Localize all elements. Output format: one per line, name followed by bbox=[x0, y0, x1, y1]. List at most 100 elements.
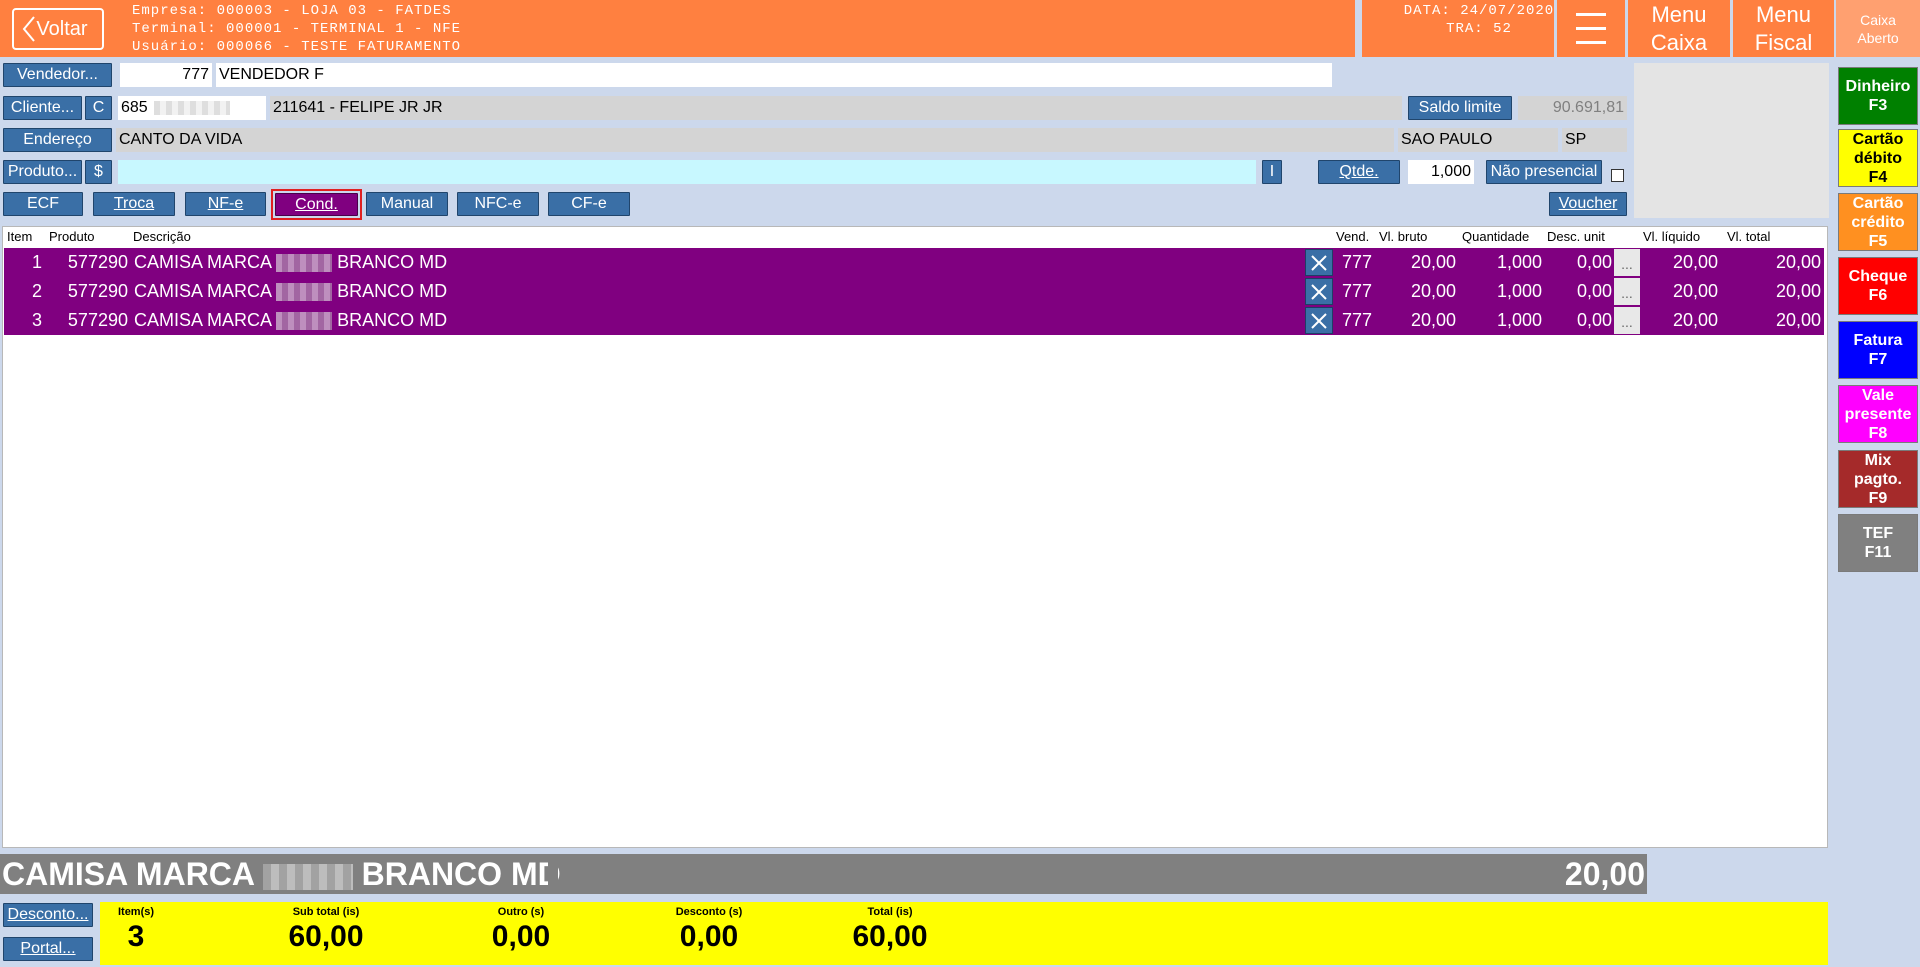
cell-vl-total: 20,00 bbox=[1775, 310, 1821, 330]
remove-item-button[interactable] bbox=[1305, 307, 1333, 334]
outro-value: 0,00 bbox=[491, 920, 551, 953]
cliente-code-field[interactable]: 685 bbox=[118, 96, 266, 120]
cell-produto: 577290 bbox=[67, 252, 128, 272]
cell-quantidade: 1,000 bbox=[1496, 281, 1542, 301]
tab-troca[interactable]: Troca bbox=[93, 192, 175, 216]
pay-cheque-l1: Cheque bbox=[1848, 268, 1908, 285]
tab-manual[interactable]: Manual bbox=[366, 192, 448, 216]
menu-caixa-button[interactable]: Menu Caixa bbox=[1625, 0, 1730, 57]
row-options-button[interactable]: ... bbox=[1614, 249, 1640, 276]
cell-vend: 777 bbox=[1342, 310, 1373, 330]
tab-manual-label: Manual bbox=[380, 195, 434, 212]
col-vl-total: Vl. total bbox=[1727, 229, 1771, 244]
nao-presencial-checkbox[interactable] bbox=[1611, 169, 1624, 182]
remove-item-button[interactable] bbox=[1305, 249, 1333, 276]
pay-cartao-credito-button[interactable]: Cartão crédito F5 bbox=[1838, 193, 1918, 251]
cell-descricao: CAMISA MARCA BRANCO MD bbox=[134, 310, 447, 331]
vendedor-button[interactable]: Vendedor... bbox=[3, 63, 112, 87]
pay-tef-button[interactable]: TEF F11 bbox=[1838, 514, 1918, 572]
caixa-status: Caixa Aberto bbox=[1836, 0, 1920, 57]
cliente-button[interactable]: Cliente... bbox=[3, 96, 82, 120]
pay-mix-l1: Mix bbox=[1864, 451, 1892, 469]
pay-vale-presente-button[interactable]: Vale presente F8 bbox=[1838, 385, 1918, 443]
desconto-button[interactable]: Desconto... bbox=[3, 903, 93, 927]
tab-ecf[interactable]: ECF bbox=[3, 192, 83, 216]
qtde-input[interactable]: 1,000 bbox=[1408, 160, 1474, 184]
col-vl-bruto: Vl. bruto bbox=[1379, 229, 1428, 244]
row-options-button[interactable]: ... bbox=[1614, 278, 1640, 305]
cell-vl-liquido: 20,00 bbox=[1672, 310, 1718, 330]
subtotal-label: Sub total (is) bbox=[292, 906, 360, 918]
desconto-total-value: 0,00 bbox=[679, 920, 739, 953]
col-produto: Produto bbox=[49, 229, 95, 244]
pay-fatura-button[interactable]: Fatura F7 bbox=[1838, 321, 1918, 379]
nao-presencial-button[interactable]: Não presencial bbox=[1486, 160, 1602, 184]
desconto-total: Desconto (s) 0,00 bbox=[644, 902, 774, 954]
tab-cond[interactable]: Cond. bbox=[275, 193, 358, 216]
col-vend: Vend. bbox=[1336, 229, 1370, 244]
back-button[interactable]: Voltar bbox=[12, 8, 104, 50]
cell-quantidade: 1,000 bbox=[1496, 252, 1542, 272]
table-row[interactable]: 2 577290 CAMISA MARCA BRANCO MD 777 20,0… bbox=[4, 277, 1824, 306]
pay-debito-l1: Cartão bbox=[1852, 130, 1904, 148]
cell-item: 2 bbox=[31, 281, 42, 301]
row-options-button[interactable]: ... bbox=[1614, 307, 1640, 334]
cell-produto: 577290 bbox=[67, 310, 128, 330]
tab-nfe[interactable]: NF-e bbox=[185, 192, 266, 216]
endereco-button[interactable]: Endereço bbox=[3, 128, 112, 152]
cell-desc-unit: 0,00 bbox=[1576, 310, 1612, 330]
pay-dinheiro-l1: Dinheiro bbox=[1845, 78, 1911, 95]
pay-tef-l1: TEF bbox=[1862, 525, 1894, 542]
cell-descricao: CAMISA MARCA BRANCO MD bbox=[134, 252, 447, 273]
desc-part-b: BRANCO MD bbox=[337, 252, 448, 272]
saldo-limite-button[interactable]: Saldo limite bbox=[1408, 96, 1512, 120]
pay-cartao-debito-button[interactable]: Cartão débito F4 bbox=[1838, 129, 1918, 187]
subtotal-value: 60,00 bbox=[288, 920, 364, 953]
tab-nfce-label: NFC-e bbox=[474, 195, 522, 212]
portal-button[interactable]: Portal... bbox=[3, 937, 93, 961]
qtde-button[interactable]: Qtde. bbox=[1318, 160, 1400, 184]
grid-header: Item Produto Descrição Vend. Vl. bruto Q… bbox=[3, 227, 1827, 247]
vendedor-code-field[interactable]: 777 bbox=[120, 63, 212, 87]
cell-vend: 777 bbox=[1342, 281, 1373, 301]
cell-quantidade: 1,000 bbox=[1496, 310, 1542, 330]
pay-fatura-l2: F7 bbox=[1868, 351, 1888, 368]
table-row[interactable]: 3 577290 CAMISA MARCA BRANCO MD 777 20,0… bbox=[4, 306, 1824, 335]
info-panel bbox=[1634, 63, 1829, 218]
produto-dollar-button[interactable]: $ bbox=[85, 160, 112, 184]
tab-ecf-label: ECF bbox=[27, 195, 59, 212]
portal-label: Portal... bbox=[20, 940, 76, 957]
cell-desc-unit: 0,00 bbox=[1576, 281, 1612, 301]
desc-part-a: CAMISA MARCA bbox=[134, 310, 272, 330]
caixa-status-line1: Caixa bbox=[1860, 11, 1896, 28]
pay-cheque-button[interactable]: Cheque F6 bbox=[1838, 257, 1918, 315]
tab-cfe-label: CF-e bbox=[571, 195, 607, 212]
tab-nfe-label: NF-e bbox=[207, 195, 244, 212]
cell-item: 1 bbox=[31, 252, 42, 272]
current-item-value: 20,00 bbox=[1564, 856, 1645, 892]
i-button[interactable]: I bbox=[1262, 160, 1282, 184]
desc-part-a: CAMISA MARCA bbox=[134, 252, 272, 272]
tab-nfce[interactable]: NFC-e bbox=[457, 192, 539, 216]
cliente-code: 685 bbox=[121, 99, 148, 116]
remove-item-button[interactable] bbox=[1305, 278, 1333, 305]
pay-dinheiro-button[interactable]: Dinheiro F3 bbox=[1838, 67, 1918, 125]
items-grid[interactable]: Item Produto Descrição Vend. Vl. bruto Q… bbox=[2, 226, 1828, 848]
cliente-c-button[interactable]: C bbox=[85, 96, 112, 120]
menu-fiscal-button[interactable]: Menu Fiscal bbox=[1730, 0, 1834, 57]
col-descricao: Descrição bbox=[133, 229, 191, 244]
table-row[interactable]: 1 577290 CAMISA MARCA BRANCO MD 777 20,0… bbox=[4, 248, 1824, 277]
pay-fatura-l1: Fatura bbox=[1853, 332, 1903, 349]
col-desc-unit: Desc. unit bbox=[1547, 229, 1605, 244]
hamburger-menu-button[interactable] bbox=[1554, 0, 1625, 57]
close-icon bbox=[1311, 254, 1327, 271]
produto-input[interactable] bbox=[118, 160, 1256, 184]
tab-cfe[interactable]: CF-e bbox=[548, 192, 630, 216]
saldo-limite-value: 90.691,81 bbox=[1518, 96, 1627, 120]
current-item-desc: CAMISA MARCA BRANCO MD bbox=[2, 856, 561, 893]
pay-credito-l3: F5 bbox=[1868, 232, 1888, 250]
produto-button[interactable]: Produto... bbox=[3, 160, 82, 184]
pay-mix-button[interactable]: Mix pagto. F9 bbox=[1838, 450, 1918, 508]
voucher-button[interactable]: Voucher bbox=[1549, 192, 1627, 216]
col-item: Item bbox=[7, 229, 33, 244]
